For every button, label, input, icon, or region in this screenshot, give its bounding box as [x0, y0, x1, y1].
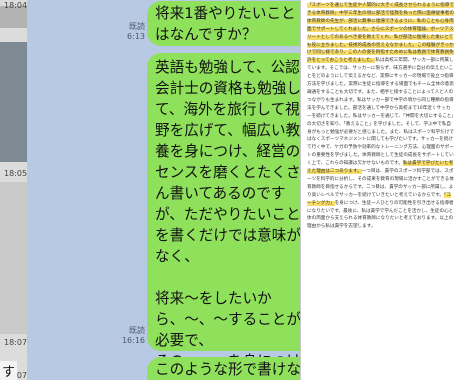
- thumbnail-image: [0, 42, 27, 162]
- left-chat-list-strip: 18:04 18:05 18:07 18:07 す: [0, 0, 27, 380]
- message-time: 18:04: [4, 1, 28, 10]
- message-bubble[interactable]: 英語も勉強して、公認会計士の資格も勉強して、海外を旅行して視野を広げて、幅広い教…: [147, 53, 300, 380]
- partial-message-text: す: [0, 361, 18, 380]
- message-time: 16:16: [121, 336, 145, 345]
- message-time: 6:13: [127, 32, 145, 41]
- message-bubble[interactable]: このような形で書けない: [147, 357, 300, 380]
- document-sentence: 私は高校三年間、サッカー部に所属しています。そこでは、サッカーに限らず、味方選手…: [307, 58, 454, 135]
- document-panel: 「スポーツを通じて生徒や人間的に大きく成長させられるように指導できる体育教師」中…: [300, 0, 460, 380]
- read-status: 既読: [129, 22, 145, 31]
- highlighted-text: 中学三年生の頃に部活で怪我を負った際に医療従事者の体育教師の先生が、部活に無事に…: [307, 10, 454, 64]
- read-status: 既読: [129, 326, 145, 335]
- document-text: 「スポーツを通じて生徒や人間的に大きく成長させられるように指導できる体育教師」中…: [301, 0, 460, 231]
- read-receipt: 既読 6:13: [127, 22, 145, 42]
- message-time: 18:05: [4, 169, 28, 178]
- read-receipt: 既読 16:16: [122, 326, 145, 346]
- thumbnail-image: [0, 182, 27, 334]
- message-time: 18:07: [4, 338, 28, 347]
- message-bubble[interactable]: 将来1番やりたいことはなんですか？: [147, 1, 300, 46]
- chat-panel[interactable]: 既読 6:13 将来1番やりたいことはなんですか？ 既読 16:16 英語も勉強…: [27, 0, 300, 380]
